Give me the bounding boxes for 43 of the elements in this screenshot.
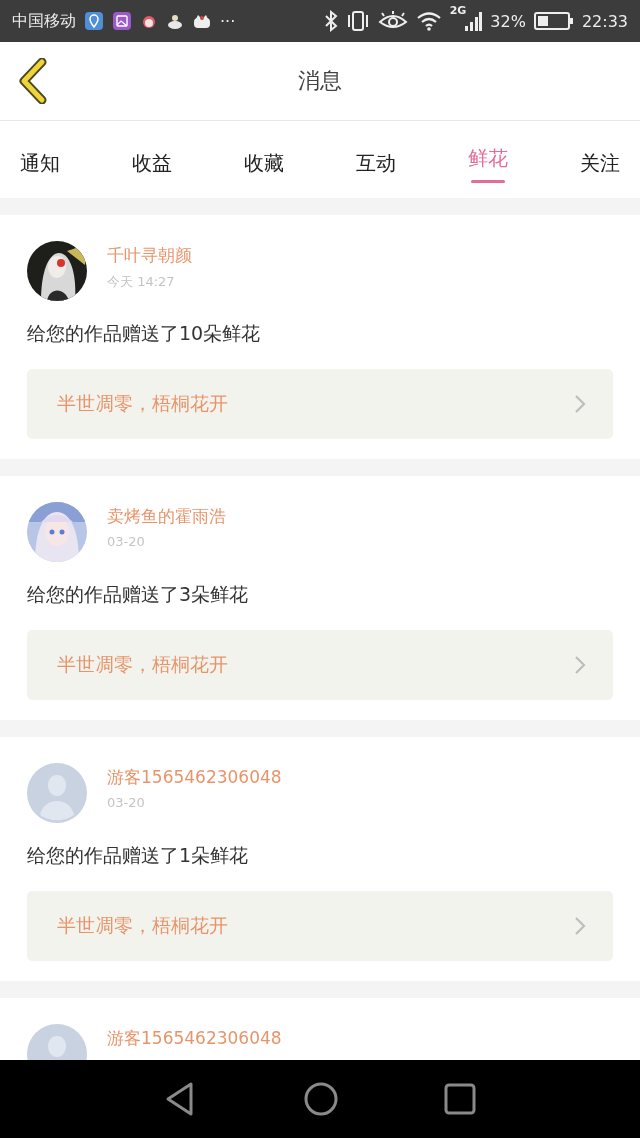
home-nav-icon[interactable] <box>303 1081 339 1117</box>
carrier-name: 中国移动 <box>12 10 76 32</box>
message-time: 今天 14:27 <box>107 273 176 291</box>
work-title: 半世凋零，梧桐花开 <box>57 391 228 416</box>
more-notifications: ··· <box>220 11 236 31</box>
signal-icon <box>464 10 483 32</box>
work-title: 半世凋零，梧桐花开 <box>57 652 228 677</box>
work-title: 半世凋零，梧桐花开 <box>57 913 228 938</box>
tab[interactable]: 互动 <box>356 121 396 198</box>
work-link[interactable]: 半世凋零，梧桐花开 <box>27 891 613 961</box>
message-time: 03-20 <box>107 534 146 549</box>
clock: 22:33 <box>581 11 628 31</box>
chevron-right-icon <box>573 915 587 937</box>
gallery-app-icon[interactable] <box>112 11 132 31</box>
location-app-icon[interactable] <box>84 11 104 31</box>
tab[interactable]: 通知 <box>20 121 60 198</box>
vibrate-icon <box>345 10 370 32</box>
page-title: 消息 <box>298 67 342 95</box>
sender-name[interactable]: 游客1565462306048 <box>107 1028 282 1048</box>
figure-app-icon[interactable] <box>166 12 184 30</box>
work-link[interactable]: 半世凋零，梧桐花开 <box>27 369 613 439</box>
tab[interactable]: 收藏 <box>244 121 284 198</box>
sender-name[interactable]: 游客1565462306048 <box>107 767 282 787</box>
tab[interactable]: 鲜花 <box>468 121 508 198</box>
message-text: 给您的作品赠送了10朵鲜花 <box>27 321 262 346</box>
default-avatar-icon <box>27 763 87 823</box>
network-type: 2G <box>449 4 467 17</box>
wifi-icon <box>415 10 442 32</box>
tab[interactable]: 收益 <box>132 121 172 198</box>
message-text: 给您的作品赠送了1朵鲜花 <box>27 843 250 868</box>
bluetooth-icon <box>323 10 338 32</box>
sender-name[interactable]: 卖烤鱼的霍雨浩 <box>107 506 226 526</box>
message-text: 给您的作品赠送了3朵鲜花 <box>27 582 250 607</box>
work-link[interactable]: 半世凋零，梧桐花开 <box>27 630 613 700</box>
chevron-right-icon <box>573 393 587 415</box>
message-time: 03-20 <box>107 795 146 810</box>
recents-nav-icon[interactable] <box>444 1083 476 1115</box>
cat-app-icon[interactable] <box>192 12 212 30</box>
sender-name[interactable]: 千叶寻朝颜 <box>107 245 192 265</box>
battery-icon <box>533 11 574 31</box>
chevron-right-icon <box>573 654 587 676</box>
battery-percent: 32% <box>490 11 526 31</box>
tab[interactable]: 关注 <box>580 121 620 198</box>
